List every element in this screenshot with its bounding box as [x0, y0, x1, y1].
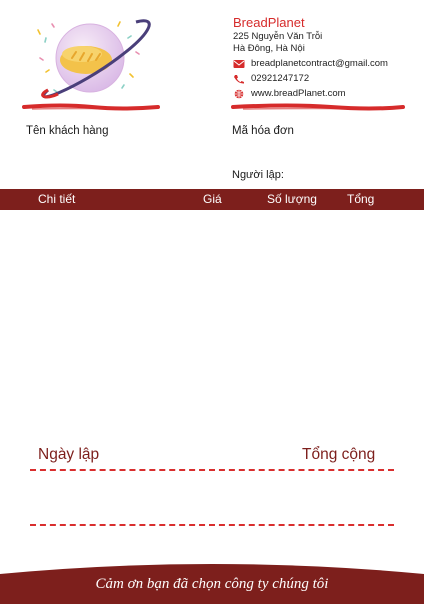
- contact-phone: 02921247172: [233, 73, 309, 84]
- website-text[interactable]: www.breadPlanet.com: [251, 88, 346, 99]
- address-line-1: 225 Nguyễn Văn Trỗi: [233, 31, 323, 42]
- date-label: Ngày lập: [38, 446, 100, 463]
- decorative-brush-stroke: [231, 103, 405, 111]
- divider-dashed: [30, 524, 394, 526]
- customer-name-label: Tên khách hàng: [26, 125, 109, 137]
- col-quantity: Số lượng: [267, 192, 317, 206]
- email-text[interactable]: breadplanetcontract@gmail.com: [251, 58, 388, 69]
- creator-label: Người lập:: [232, 169, 284, 181]
- email-icon: [233, 59, 245, 68]
- divider-dashed: [30, 469, 394, 471]
- contact-website: www.breadPlanet.com: [233, 88, 346, 99]
- grand-total-label: Tổng cộng: [302, 446, 376, 463]
- col-details: Chi tiết: [38, 192, 76, 206]
- address-line-2: Hà Đông, Hà Nội: [233, 43, 305, 54]
- company-name: BreadPlanet: [233, 15, 305, 30]
- decorative-brush-stroke: [22, 103, 160, 111]
- thank-you-message: Cảm ơn bạn đã chọn công ty chúng tôi: [95, 576, 329, 592]
- planet-bread-logo: [37, 19, 151, 99]
- table-header: Chi tiết Giá Số lượng Tổng: [0, 189, 424, 210]
- col-total: Tổng: [347, 192, 375, 206]
- phone-text[interactable]: 02921247172: [251, 73, 309, 84]
- col-price: Giá: [203, 192, 222, 206]
- contact-email: breadplanetcontract@gmail.com: [233, 58, 388, 69]
- invoice-id-label: Mã hóa đơn: [232, 125, 294, 137]
- globe-icon: [234, 89, 244, 98]
- phone-icon: [234, 74, 244, 84]
